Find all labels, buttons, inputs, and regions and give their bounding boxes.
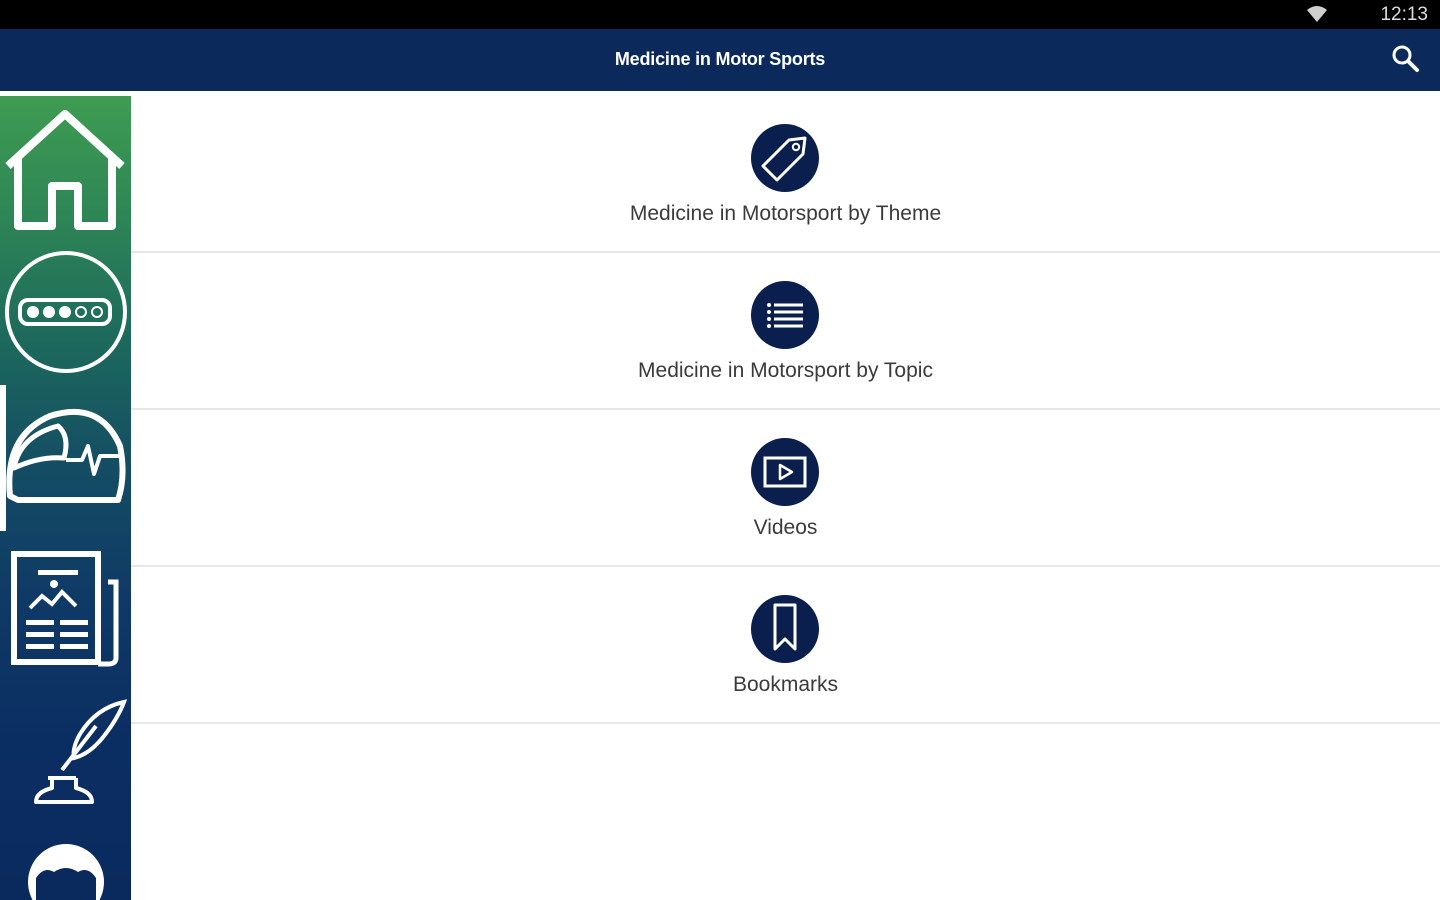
menu-item-theme[interactable]: Medicine in Motorsport by Theme (131, 96, 1440, 253)
bookmark-icon (773, 603, 797, 651)
progress-dots-icon (5, 251, 127, 373)
avatar-icon (28, 844, 104, 900)
video-icon-circle (751, 438, 819, 506)
quill-inkwell-icon (34, 699, 128, 804)
wifi-icon (1306, 4, 1328, 24)
bookmark-icon-circle (751, 595, 819, 663)
status-bar: 12:13 (0, 0, 1440, 29)
menu-item-label: Medicine in Motorsport by Theme (629, 202, 942, 225)
tag-icon-circle (751, 124, 819, 192)
status-time: 12:13 (1380, 4, 1428, 25)
search-icon[interactable] (1390, 43, 1422, 75)
menu-item-topic[interactable]: Medicine in Motorsport by Topic (131, 253, 1440, 410)
sidebar-item-helmet[interactable] (0, 396, 131, 516)
sidebar-item-progress[interactable] (0, 246, 131, 378)
tag-icon (761, 136, 807, 182)
sidebar-item-quill[interactable] (0, 696, 131, 816)
sidebar-item-home[interactable] (0, 102, 131, 232)
list-icon-circle (751, 281, 819, 349)
helmet-heartbeat-icon (6, 408, 126, 503)
menu-item-bookmarks[interactable]: Bookmarks (131, 567, 1440, 724)
sidebar-item-profile[interactable] (0, 838, 131, 900)
page-title: Medicine in Motor Sports (614, 49, 826, 69)
list-icon (767, 303, 803, 328)
menu-item-label: Medicine in Motorsport by Topic (638, 359, 933, 382)
sidebar-item-news[interactable] (0, 546, 131, 676)
home-icon (5, 110, 125, 230)
newspaper-icon (11, 551, 119, 667)
menu-item-label: Videos (753, 516, 818, 539)
main-menu: Medicine in Motorsport by Theme Medicine… (131, 96, 1440, 900)
app-bar: Medicine in Motor Sports (0, 29, 1440, 91)
sidebar (0, 96, 131, 900)
menu-item-videos[interactable]: Videos (131, 410, 1440, 567)
menu-item-label: Bookmarks (732, 673, 839, 696)
video-play-icon (763, 456, 807, 488)
